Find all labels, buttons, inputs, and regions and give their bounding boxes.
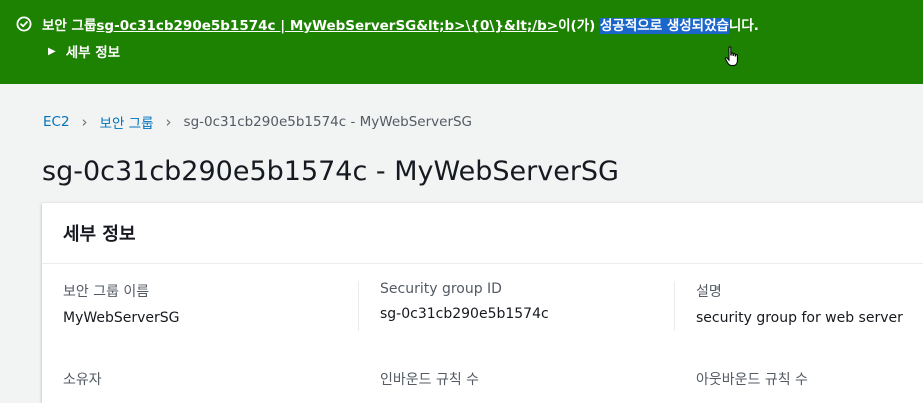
field-value: security group for web server bbox=[696, 310, 903, 326]
breadcrumb-current: sg-0c31cb290e5b1574c - MyWebServerSG bbox=[183, 114, 473, 130]
breadcrumb-ec2-link[interactable]: EC2 bbox=[43, 114, 70, 130]
details-panel: 세부 정보 보안 그룹 이름 MyWebServerSG Security gr… bbox=[42, 203, 923, 403]
caret-right-icon: ▶ bbox=[48, 45, 56, 57]
security-group-link[interactable]: sg-0c31cb290e5b1574c | MyWebServerSG&lt;… bbox=[96, 18, 558, 34]
field-label-owner: 소유자 bbox=[63, 372, 102, 388]
flash-message-row: 보안 그룹sg-0c31cb290e5b1574c | MyWebServerS… bbox=[16, 14, 759, 34]
field-label: 설명 bbox=[696, 284, 722, 300]
field-security-group-id: Security group ID sg-0c31cb290e5b1574c bbox=[380, 281, 549, 322]
field-label-outbound-rules-count: 아웃바운드 규칙 수 bbox=[696, 372, 808, 388]
flash-details-toggle[interactable]: ▶ 세부 정보 bbox=[48, 41, 120, 61]
field-description: 설명 security group for web server bbox=[696, 281, 903, 326]
page-title: sg-0c31cb290e5b1574c - MyWebServerSG bbox=[42, 156, 619, 187]
flash-message-middle: 이(가) bbox=[558, 18, 601, 34]
column-divider bbox=[674, 281, 675, 331]
flash-message-suffix: 니다. bbox=[728, 18, 759, 34]
flash-message-highlighted: 성공적으로 생성되었습 bbox=[600, 18, 729, 34]
flash-details-label: 세부 정보 bbox=[65, 45, 121, 61]
column-divider bbox=[358, 281, 359, 331]
chevron-right-icon: › bbox=[81, 113, 88, 131]
chevron-right-icon: › bbox=[165, 113, 172, 131]
success-flash-banner: 보안 그룹sg-0c31cb290e5b1574c | MyWebServerS… bbox=[0, 0, 923, 84]
details-panel-header: 세부 정보 bbox=[42, 203, 923, 264]
flash-message: 보안 그룹sg-0c31cb290e5b1574c | MyWebServerS… bbox=[42, 14, 759, 34]
field-label: Security group ID bbox=[380, 281, 502, 297]
flash-message-prefix: 보안 그룹 bbox=[42, 18, 97, 34]
breadcrumb: EC2 › 보안 그룹 › sg-0c31cb290e5b1574c - MyW… bbox=[43, 112, 472, 132]
field-security-group-name: 보안 그룹 이름 MyWebServerSG bbox=[63, 281, 180, 326]
field-value: sg-0c31cb290e5b1574c bbox=[380, 306, 549, 322]
check-circle-icon bbox=[16, 16, 32, 32]
hand-pointer-cursor-icon bbox=[724, 46, 738, 66]
breadcrumb-security-groups-link[interactable]: 보안 그룹 bbox=[100, 112, 154, 132]
field-label-inbound-rules-count: 인바운드 규칙 수 bbox=[380, 372, 480, 388]
details-panel-title: 세부 정보 bbox=[63, 224, 136, 245]
field-value: MyWebServerSG bbox=[63, 310, 180, 326]
field-label: 보안 그룹 이름 bbox=[63, 284, 150, 300]
